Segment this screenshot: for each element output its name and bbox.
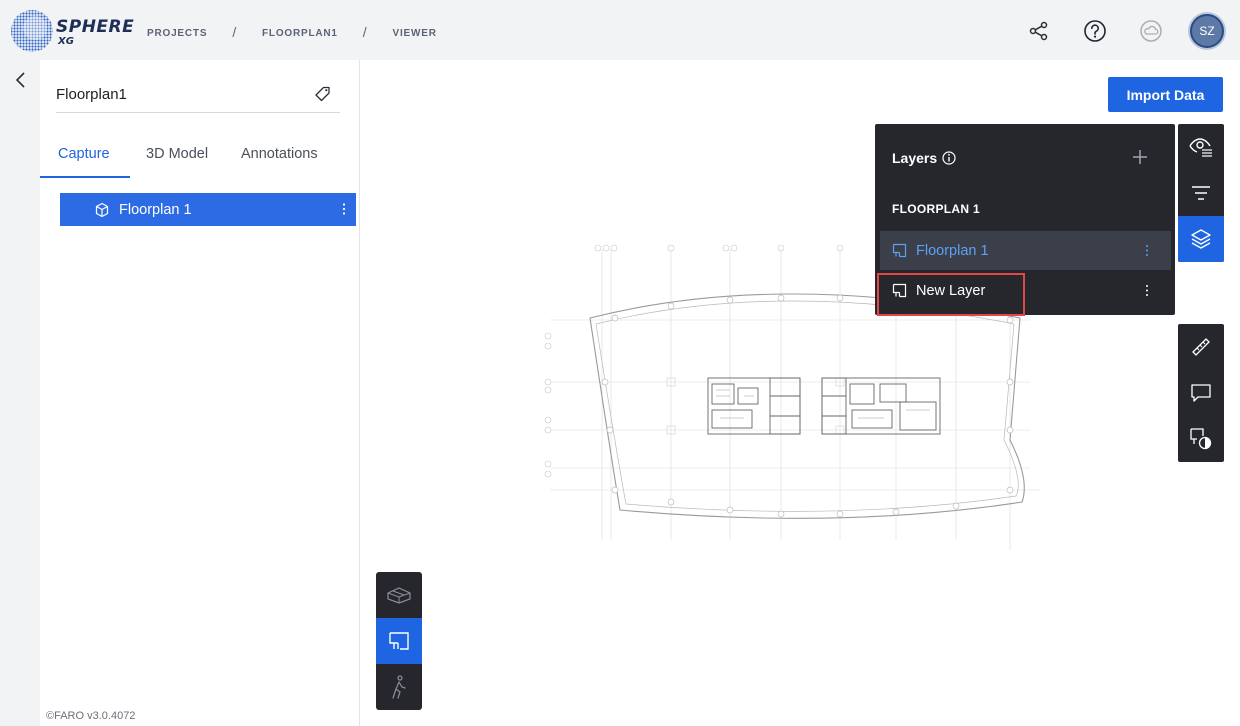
side-tabs: Capture 3D Model Annotations	[40, 136, 360, 178]
tag-icon	[315, 86, 330, 102]
layers-heading: Layers	[892, 150, 956, 166]
tree-item-floorplan[interactable]: Floorplan 1	[60, 193, 356, 226]
help-icon	[1084, 20, 1106, 42]
annotation-toolbar	[1178, 324, 1224, 462]
avatar[interactable]: SZ	[1190, 14, 1224, 48]
share-icon	[1029, 21, 1048, 41]
layer-item-label: Floorplan 1	[916, 242, 989, 259]
filter-icon	[1192, 186, 1210, 200]
cloud-sync-button[interactable]	[1134, 14, 1168, 48]
eye-settings-icon	[1189, 138, 1212, 157]
globe-logo-icon	[11, 10, 53, 52]
import-data-button[interactable]: Import Data	[1108, 77, 1223, 112]
layers-panel: Layers FLOORPLAN 1 Floorplan 1 New Layer	[875, 124, 1175, 316]
side-panel: Floorplan1 Capture 3D Model Annotations …	[40, 60, 360, 726]
floorplan-icon	[389, 632, 409, 650]
sphere-logo[interactable]: SPHERE XG	[10, 6, 134, 56]
more-vertical-icon[interactable]	[1145, 284, 1149, 297]
layer-compare-button[interactable]	[1178, 416, 1224, 462]
floorplan-contrast-icon	[1190, 428, 1212, 450]
add-layer-icon[interactable]	[1132, 149, 1148, 165]
tab-capture[interactable]: Capture	[58, 146, 110, 162]
version-label: ©FARO v3.0.4072	[46, 710, 136, 722]
project-title: Floorplan1	[56, 86, 127, 103]
measure-button[interactable]	[1178, 324, 1224, 370]
tab-3d-model[interactable]: 3D Model	[146, 146, 208, 162]
cloud-icon	[1140, 20, 1162, 42]
view-mode-toolbar	[376, 572, 422, 710]
share-button[interactable]	[1022, 14, 1056, 48]
view-options-toolbar	[1178, 124, 1224, 262]
ruler-icon	[1192, 338, 1210, 356]
logo-subtitle: XG	[58, 36, 74, 47]
layer-item-floorplan[interactable]: Floorplan 1	[880, 231, 1171, 270]
breadcrumb-separator: /	[232, 24, 238, 40]
comment-icon	[1191, 384, 1211, 402]
tag-button[interactable]	[314, 85, 332, 103]
viewer-canvas[interactable]: Import Data Layers FLOORPLAN 1 Floorplan…	[360, 60, 1240, 726]
help-button[interactable]	[1078, 14, 1112, 48]
top-actions: SZ	[1022, 14, 1224, 48]
selection-highlight	[877, 273, 1025, 316]
tree-item-label: Floorplan 1	[119, 201, 192, 218]
breadcrumb-projects[interactable]: PROJECTS	[147, 28, 207, 39]
left-strip	[0, 60, 40, 726]
breadcrumb-separator: /	[362, 24, 368, 40]
comment-button[interactable]	[1178, 370, 1224, 416]
view-2d-button[interactable]	[376, 618, 422, 664]
logo-wordmark: SPHERE	[56, 17, 135, 37]
floorplan-icon	[892, 243, 907, 258]
breadcrumb-viewer[interactable]: VIEWER	[393, 28, 437, 39]
breadcrumb-floorplan1[interactable]: FLOORPLAN1	[262, 28, 338, 39]
layer-group-title: FLOORPLAN 1	[892, 202, 980, 216]
tab-annotations[interactable]: Annotations	[241, 146, 318, 162]
layers-icon	[1191, 229, 1211, 249]
more-vertical-icon[interactable]	[1145, 244, 1149, 257]
cube-icon	[95, 202, 109, 217]
title-divider	[56, 112, 340, 113]
chevron-left-icon	[15, 72, 25, 88]
breadcrumb: PROJECTS / FLOORPLAN1 / VIEWER	[147, 24, 437, 41]
layers-title: Layers	[892, 150, 938, 166]
top-bar: SPHERE XG PROJECTS / FLOORPLAN1 / VIEWER	[0, 0, 1240, 60]
3d-box-icon	[387, 587, 411, 604]
layers-button[interactable]	[1178, 216, 1224, 262]
view-3d-button[interactable]	[376, 572, 422, 618]
more-vertical-icon[interactable]	[342, 202, 346, 216]
filter-button[interactable]	[1178, 170, 1224, 216]
walk-mode-button[interactable]	[376, 664, 422, 710]
info-icon[interactable]	[942, 151, 956, 165]
visibility-button[interactable]	[1178, 124, 1224, 170]
collapse-button[interactable]	[12, 70, 30, 90]
tab-indicator	[40, 176, 130, 178]
walk-icon	[392, 675, 406, 699]
